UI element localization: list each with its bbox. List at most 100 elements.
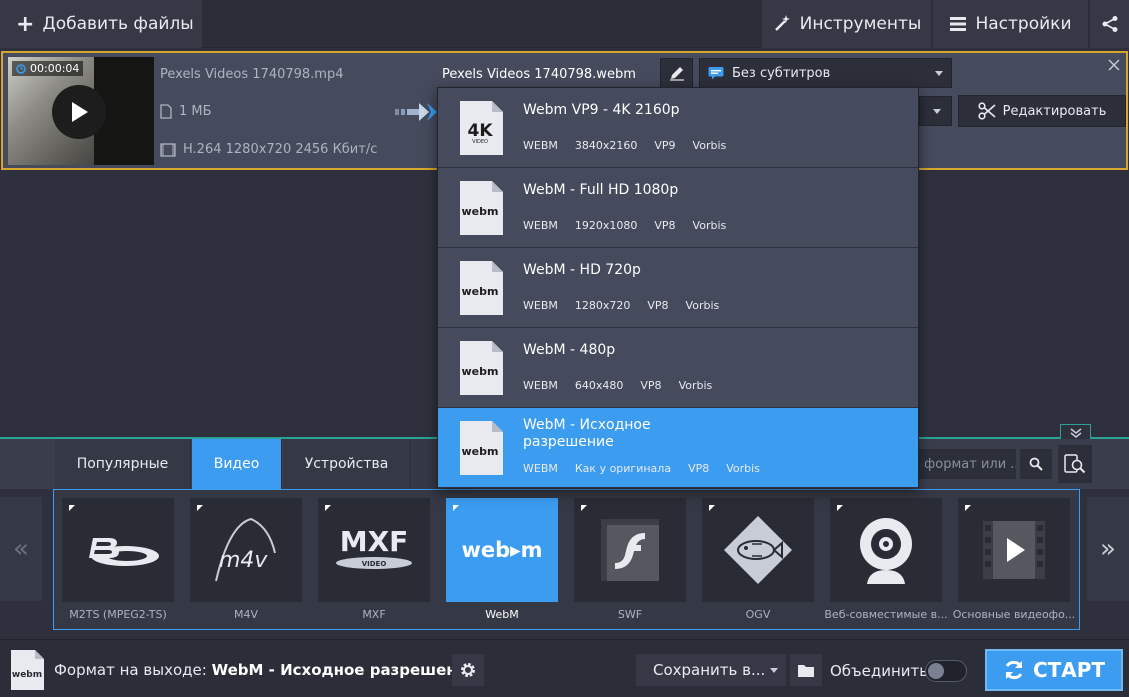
gallery-prev-button[interactable]: « xyxy=(0,497,42,601)
format-label: Основные видеофо... xyxy=(952,608,1076,621)
film-icon xyxy=(160,142,176,157)
format-tile-ogv[interactable] xyxy=(702,498,814,602)
clock-icon xyxy=(16,63,26,74)
chevron-down-icon xyxy=(933,109,941,114)
preset-icon-text: webm xyxy=(462,365,499,378)
film-play-icon xyxy=(983,521,1045,579)
preset-specs: WEBM 3840x2160 VP9 Vorbis xyxy=(523,139,743,152)
webm-file-icon: webm xyxy=(11,650,44,690)
tools-label: Инструменты xyxy=(799,14,922,34)
format-tile-m4v[interactable]: m4v xyxy=(190,498,302,602)
preset-icon-text: webm xyxy=(462,445,499,458)
preset-icon-sub: VIDEO xyxy=(472,139,488,145)
corner-marker-icon xyxy=(69,505,75,511)
preset-resolution: 1280x720 xyxy=(574,299,631,312)
double-chevron-down-icon xyxy=(1070,427,1081,438)
toggle-knob xyxy=(928,663,944,679)
gallery-next-button[interactable]: » xyxy=(1087,497,1129,601)
preset-container: WEBM xyxy=(523,219,558,232)
convert-arrow-icon xyxy=(395,103,437,121)
preset-specs: WEBM 1280x720 VP8 Vorbis xyxy=(523,299,736,312)
preset-item[interactable]: webm WebM - HD 720p WEBM 1280x720 VP8 Vo… xyxy=(438,248,918,328)
chevron-down-icon xyxy=(770,668,778,673)
tab-devices[interactable]: Устройства xyxy=(283,439,411,489)
subtitles-select[interactable]: Без субтитров xyxy=(699,58,952,88)
output-filename[interactable]: Pexels Videos 1740798.webm xyxy=(442,67,636,82)
format-label: MXF xyxy=(362,608,386,621)
preset-item-selected[interactable]: webm WebM - Исходное разрешение WEBM Как… xyxy=(438,408,918,488)
preset-resolution: Как у оригинала xyxy=(574,462,672,475)
duration-text: 00:00:04 xyxy=(30,62,80,75)
share-button[interactable] xyxy=(1089,0,1129,48)
preset-resolution: 640x480 xyxy=(574,379,624,392)
folder-icon xyxy=(798,664,814,677)
save-to-button[interactable]: Сохранить в... xyxy=(636,654,786,686)
webcam-icon xyxy=(860,518,912,584)
preset-title: WebM - 480p xyxy=(523,342,616,358)
m4v-logo-text: m4v xyxy=(219,548,268,573)
play-icon xyxy=(72,102,88,122)
format-tile-swf[interactable] xyxy=(574,498,686,602)
collapse-panel-button[interactable] xyxy=(1060,424,1091,440)
detect-device-button[interactable] xyxy=(1058,445,1092,483)
preset-title: WebM - Исходное разрешение xyxy=(523,417,651,450)
add-files-button[interactable]: + Добавить файлы xyxy=(0,0,202,48)
preset-audio-codec: Vorbis xyxy=(685,299,720,312)
preset-item[interactable]: webm WebM - Full HD 1080p WEBM 1920x1080… xyxy=(438,168,918,248)
add-files-label: Добавить файлы xyxy=(42,14,194,34)
format-tile-basic-video[interactable] xyxy=(958,498,1070,602)
bottom-bar: webm Формат на выходе: WebM - Исходное р… xyxy=(0,639,1129,697)
magic-wand-icon xyxy=(774,15,790,31)
preset-resolution: 1920x1080 xyxy=(574,219,638,232)
webm-file-icon: webm xyxy=(460,341,503,395)
play-button[interactable] xyxy=(52,85,106,139)
file-icon xyxy=(160,104,172,119)
settings-button[interactable]: Настройки xyxy=(933,0,1088,48)
open-folder-button[interactable] xyxy=(790,654,822,686)
menu-icon xyxy=(950,17,967,31)
corner-marker-icon xyxy=(837,505,843,511)
format-gallery-area: « m4v MXF VIDEO web▸m M2TS (MPEG2-TS) M4… xyxy=(0,489,1129,638)
m4v-icon: m4v xyxy=(215,517,276,582)
format-tile-mxf[interactable]: MXF VIDEO xyxy=(318,498,430,602)
output-settings-button[interactable] xyxy=(452,654,484,686)
subtitles-icon xyxy=(708,66,724,79)
format-tile-web-compatible[interactable] xyxy=(830,498,942,602)
preset-item[interactable]: webm WebM - 480p WEBM 640x480 VP8 Vorbis xyxy=(438,328,918,408)
video-thumbnail[interactable]: 00:00:04 xyxy=(8,57,154,165)
preset-audio-codec: Vorbis xyxy=(726,462,760,475)
settings-label: Настройки xyxy=(975,14,1072,34)
close-icon[interactable] xyxy=(1108,59,1120,71)
tools-button[interactable]: Инструменты xyxy=(762,0,932,48)
tab-popular[interactable]: Популярные xyxy=(55,439,191,489)
preset-specs: WEBM 1920x1080 VP8 Vorbis xyxy=(523,219,743,232)
mxf-icon: MXF VIDEO xyxy=(336,525,412,569)
output-format-prefix: Формат на выходе: xyxy=(54,661,207,679)
corner-marker-icon xyxy=(709,505,715,511)
format-tile-webm[interactable]: web▸m xyxy=(446,498,558,602)
preset-video-codec: VP8 xyxy=(640,379,662,392)
merge-toggle[interactable] xyxy=(925,660,967,682)
rename-button[interactable] xyxy=(660,58,693,88)
preset-icon-text: webm xyxy=(462,285,499,298)
output-icon-text: webm xyxy=(12,670,42,680)
preset-item[interactable]: 4K VIDEO Webm VP9 - 4K 2160p WEBM 3840x21… xyxy=(438,88,918,168)
ogv-fish-icon xyxy=(724,516,792,584)
preset-resolution: 3840x2160 xyxy=(574,139,638,152)
edit-label: Редактировать xyxy=(1002,103,1107,119)
edit-button[interactable]: Редактировать xyxy=(958,95,1126,127)
preset-audio-codec: Vorbis xyxy=(692,139,727,152)
preset-container: WEBM xyxy=(523,299,558,312)
preset-video-codec: VP8 xyxy=(647,299,669,312)
format-label: M4V xyxy=(233,608,258,621)
duration-badge: 00:00:04 xyxy=(12,61,84,76)
preset-title: WebM - HD 720p xyxy=(523,262,641,278)
tab-video[interactable]: Видео xyxy=(192,439,282,489)
audio-track-select[interactable] xyxy=(919,96,952,126)
output-format-value: WebM - Исходное разрешение xyxy=(211,661,478,679)
start-button[interactable]: СТАРТ xyxy=(985,649,1123,691)
webm-file-icon: webm xyxy=(460,421,503,475)
format-tile-m2ts[interactable] xyxy=(62,498,174,602)
search-button[interactable] xyxy=(1020,449,1052,479)
format-label: OGV xyxy=(745,608,771,621)
